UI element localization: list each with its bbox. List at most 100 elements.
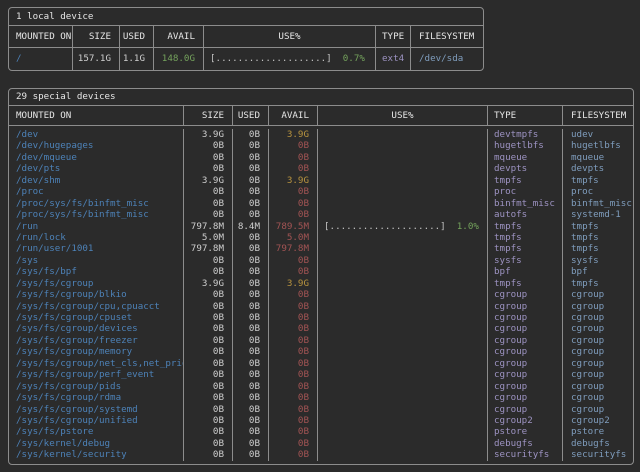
filesystem-row: /sys/kernel/security0B0B0Bsecurityfssecu… (9, 449, 633, 460)
filesystem-row: /dev/mqueue0B0B0Bmqueuemqueue (9, 152, 633, 163)
filesystem-cell: cgroup (563, 335, 633, 346)
type-cell: securityfs (488, 449, 563, 460)
avail-cell: 0B (269, 301, 318, 312)
type-cell: devtmpfs (488, 129, 563, 140)
avail-cell: 0B (269, 392, 318, 403)
used-cell: 0B (233, 358, 269, 369)
filesystem-cell: cgroup (563, 392, 633, 403)
avail-cell: 3.9G (269, 129, 318, 140)
column-header-mounted-on: MOUNTED ON (9, 26, 73, 47)
used-cell: 0B (233, 266, 269, 277)
mount-point-cell: /dev/mqueue (9, 152, 184, 163)
column-header-size: SIZE (73, 26, 120, 47)
filesystem-cell: proc (563, 186, 633, 197)
used-cell: 0B (233, 289, 269, 300)
mount-point-cell: /sys/fs/pstore (9, 426, 184, 437)
used-cell: 0B (233, 346, 269, 357)
mount-point-cell: /dev/hugepages (9, 140, 184, 151)
mount-point-cell: /sys/kernel/debug (9, 438, 184, 449)
size-cell: 0B (184, 209, 233, 220)
special-devices-header-row: MOUNTED ONSIZEUSEDAVAILUSE%TYPEFILESYSTE… (9, 106, 633, 126)
type-cell: cgroup (488, 381, 563, 392)
use-percent-cell (318, 346, 488, 357)
column-header-used: USED (233, 106, 269, 125)
use-percent-cell (318, 186, 488, 197)
local-devices-title: 1 local device (9, 8, 483, 26)
type-cell: cgroup (488, 369, 563, 380)
mount-point-cell: /dev/pts (9, 163, 184, 174)
filesystem-cell: systemd-1 (563, 209, 633, 220)
use-percent-cell (318, 129, 488, 140)
size-cell: 0B (184, 163, 233, 174)
use-percent-cell (318, 163, 488, 174)
filesystem-row: /sys/fs/cgroup/unified0B0B0Bcgroup2cgrou… (9, 415, 633, 426)
type-cell: proc (488, 186, 563, 197)
avail-cell: 0B (269, 266, 318, 277)
type-cell: cgroup (488, 346, 563, 357)
type-cell: tmpfs (488, 221, 563, 232)
filesystem-row: /sys/fs/cgroup/net_cls,net_prio0B0B0Bcgr… (9, 358, 633, 369)
mount-point-cell: /sys/fs/cgroup/cpuset (9, 312, 184, 323)
used-cell: 0B (233, 369, 269, 380)
filesystem-row: /sys/fs/cgroup/devices0B0B0Bcgroupcgroup (9, 323, 633, 334)
used-cell: 0B (233, 415, 269, 426)
use-percent-cell (318, 198, 488, 209)
filesystem-cell: cgroup (563, 381, 633, 392)
use-percent-cell (318, 278, 488, 289)
mount-point-cell: /sys/fs/cgroup/net_cls,net_prio (9, 358, 184, 369)
avail-cell: 0B (269, 438, 318, 449)
size-cell: 0B (184, 369, 233, 380)
used-cell: 0B (233, 175, 269, 186)
used-cell: 0B (233, 312, 269, 323)
filesystem-cell: tmpfs (563, 221, 633, 232)
filesystem-row: /run/user/1001797.8M0B797.8Mtmpfstmpfs (9, 243, 633, 254)
avail-cell: 0B (269, 415, 318, 426)
mount-point-cell: /sys/kernel/security (9, 449, 184, 460)
mount-point-cell: /sys/fs/cgroup/unified (9, 415, 184, 426)
avail-cell: 148.0G (154, 48, 204, 70)
filesystem-cell: debugfs (563, 438, 633, 449)
filesystem-row: /dev3.9G0B3.9Gdevtmpfsudev (9, 129, 633, 140)
used-cell: 8.4M (233, 221, 269, 232)
column-header-use-: USE% (318, 106, 488, 125)
filesystem-row: /sys/fs/bpf0B0B0Bbpfbpf (9, 266, 633, 277)
filesystem-row: /sys/kernel/debug0B0B0Bdebugfsdebugfs (9, 438, 633, 449)
avail-cell: 0B (269, 358, 318, 369)
usage-bar: [....................] (210, 53, 332, 64)
use-percent-cell (318, 438, 488, 449)
type-cell: cgroup (488, 301, 563, 312)
size-cell: 5.0M (184, 232, 233, 243)
use-percent-cell (318, 175, 488, 186)
type-cell: devpts (488, 163, 563, 174)
avail-cell: 0B (269, 152, 318, 163)
type-cell: cgroup (488, 358, 563, 369)
filesystem-row: /proc0B0B0Bprocproc (9, 186, 633, 197)
used-cell: 0B (233, 335, 269, 346)
filesystem-cell: cgroup (563, 289, 633, 300)
type-cell: cgroup2 (488, 415, 563, 426)
use-percent-cell (318, 323, 488, 334)
filesystem-cell: cgroup (563, 323, 633, 334)
avail-cell: 3.9G (269, 278, 318, 289)
filesystem-row: /sys/fs/cgroup/cpu,cpuacct0B0B0Bcgroupcg… (9, 301, 633, 312)
column-header-type: TYPE (376, 26, 411, 47)
filesystem-row: /sys/fs/cgroup/rdma0B0B0Bcgroupcgroup (9, 392, 633, 403)
use-percent-cell (318, 140, 488, 151)
type-cell: binfmt_misc (488, 198, 563, 209)
use-percent-cell (318, 426, 488, 437)
avail-cell: 0B (269, 335, 318, 346)
used-cell: 0B (233, 255, 269, 266)
used-cell: 0B (233, 198, 269, 209)
use-percent-cell (318, 358, 488, 369)
use-percent-cell (318, 392, 488, 403)
column-header-filesystem: FILESYSTEM (411, 26, 483, 47)
size-cell: 3.9G (184, 175, 233, 186)
avail-cell: 0B (269, 140, 318, 151)
avail-cell: 0B (269, 255, 318, 266)
type-cell: bpf (488, 266, 563, 277)
mount-point-cell: /dev (9, 129, 184, 140)
filesystem-cell: binfmt_misc (563, 198, 633, 209)
use-percent-cell (318, 266, 488, 277)
filesystem-cell: cgroup2 (563, 415, 633, 426)
type-cell: tmpfs (488, 175, 563, 186)
